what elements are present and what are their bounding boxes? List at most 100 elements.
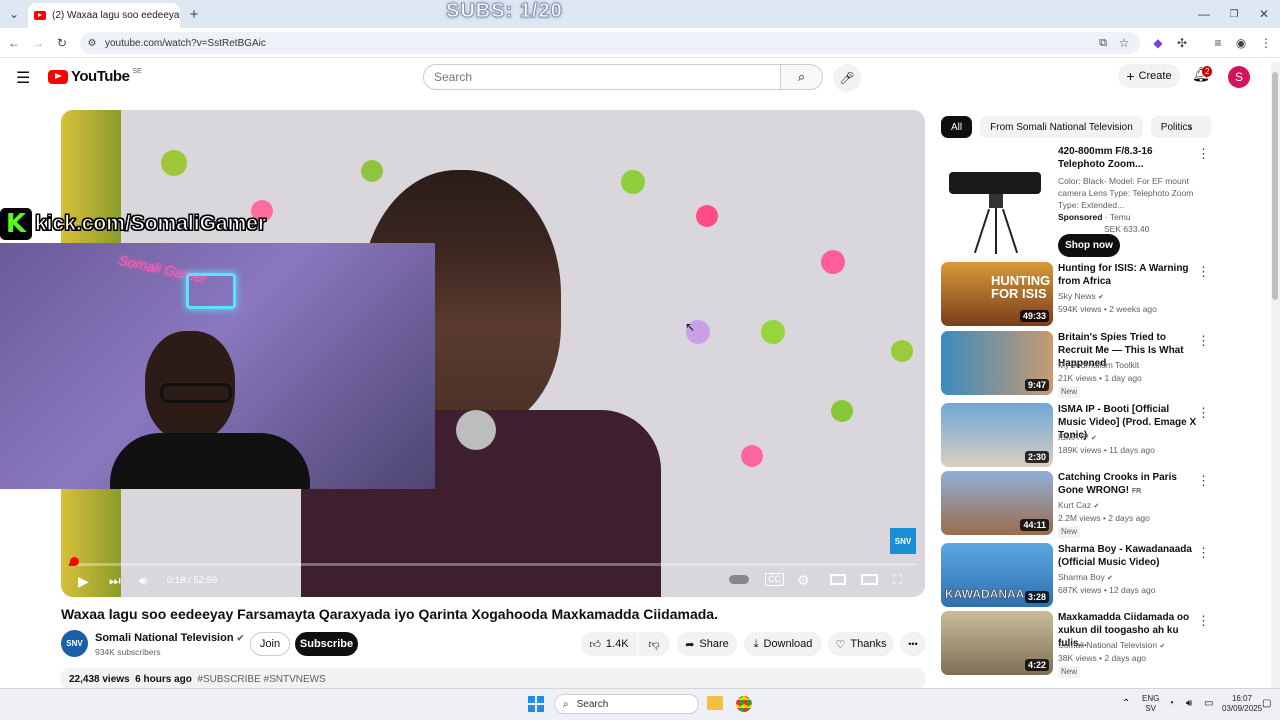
description-box[interactable]: 22,438 views 6 hours ago #SUBSCRIBE #SNT… <box>61 668 925 690</box>
thanks-label: Thanks <box>850 638 887 650</box>
verified-icon: ✔ <box>1098 294 1105 301</box>
rec-video-3[interactable]: 2:30 ISMA IP - Booti [Official Music Vid… <box>941 403 1253 467</box>
channel-avatar[interactable]: SNV <box>61 630 88 657</box>
address-bar[interactable]: youtube.com/watch?v=SstRetBGAic <box>80 32 1140 54</box>
forward-icon[interactable]: → <box>30 35 46 51</box>
rec-video-2[interactable]: 9:47 Britain's Spies Tried to Recruit Me… <box>941 331 1253 398</box>
media-control-icon[interactable]: ≡ <box>1210 35 1226 51</box>
channel-name[interactable]: Somali National Television ✔ <box>95 632 244 644</box>
extensions-icon[interactable]: ✣ <box>1174 35 1190 51</box>
file-explorer-icon[interactable] <box>707 696 723 710</box>
rec-thumbnail[interactable]: 9:47 <box>941 331 1053 395</box>
rec-thumbnail[interactable]: 4:22 <box>941 611 1053 675</box>
verified-icon: ✔ <box>1090 435 1097 442</box>
minimize-button[interactable]: — <box>1196 6 1212 22</box>
tab-title: (2) Waxaa lagu soo eedeeyay <box>52 10 180 21</box>
thanks-button[interactable]: ♡ Thanks <box>828 632 894 656</box>
rec-thumbnail[interactable]: 44:11 <box>941 471 1053 535</box>
chips-next-arrow-icon[interactable]: › <box>1188 120 1192 134</box>
notification-center-icon[interactable]: ▢ <box>1262 698 1271 709</box>
battery-icon[interactable]: ▭ <box>1204 698 1213 709</box>
profile-icon[interactable]: ◉ <box>1233 35 1249 51</box>
rec-more-icon[interactable]: ⋮ <box>1197 405 1210 421</box>
maximize-button[interactable]: ❐ <box>1226 6 1242 22</box>
create-button[interactable]: + Create <box>1118 64 1180 88</box>
more-actions-button[interactable]: ••• <box>900 632 926 656</box>
taskbar-search[interactable]: ⌕ Search <box>554 694 699 714</box>
share-button[interactable]: ➦ Share <box>677 632 737 656</box>
autoplay-toggle[interactable] <box>729 575 749 584</box>
rec-more-icon[interactable]: ⋮ <box>1197 473 1210 489</box>
volume-tray-icon[interactable]: 🔊︎ <box>1186 698 1192 709</box>
reload-icon[interactable]: ↻ <box>54 35 70 51</box>
sponsored-ad[interactable]: 420-800mm F/8.3-16 Telephoto Zoom... Col… <box>941 144 1253 260</box>
settings-gear-icon[interactable]: ⚙ <box>797 572 810 589</box>
site-info-icon[interactable]: ⚙ <box>84 35 100 51</box>
tray-chevron-icon[interactable]: ⌃ <box>1122 698 1130 709</box>
rec-video-5[interactable]: KAWADANAA 3:28 Sharma Boy - Kawadanaada … <box>941 543 1253 607</box>
verified-icon: ✔ <box>1107 575 1114 582</box>
tab-search-icon[interactable]: ⌄ <box>6 6 22 22</box>
channel-watermark[interactable]: SNV <box>890 528 916 554</box>
youtube-logo[interactable]: YouTube SE <box>48 68 142 85</box>
subscribe-button[interactable]: Subscribe <box>295 632 358 656</box>
search-icon: ⌕ <box>797 69 806 84</box>
hashtags[interactable]: #SUBSCRIBE #SNTVNEWS <box>197 674 325 685</box>
bookmark-star-icon[interactable]: ☆ <box>1116 35 1132 51</box>
voice-search-button[interactable]: 🎤︎ <box>833 64 861 92</box>
account-avatar[interactable]: S <box>1228 66 1250 88</box>
back-icon[interactable]: ← <box>6 35 22 51</box>
search-input[interactable]: Search <box>423 64 781 90</box>
shop-now-button[interactable]: Shop now <box>1058 234 1120 257</box>
thumbnail-text: HUNTING FOR ISIS <box>991 273 1051 301</box>
rec-thumbnail[interactable]: 2:30 <box>941 403 1053 467</box>
rec-more-icon[interactable]: ⋮ <box>1197 264 1210 280</box>
rec-more-icon[interactable]: ⋮ <box>1197 333 1210 349</box>
scrollbar-thumb[interactable] <box>1272 72 1278 300</box>
dislike-button[interactable]: 👎︎ <box>638 632 670 656</box>
clock[interactable]: 16:07 03/09/2025 <box>1222 694 1262 714</box>
rec-video-6[interactable]: 4:22 Maxkamadda Ciidamada oo xukun dil t… <box>941 611 1253 678</box>
rec-more-icon[interactable]: ⋮ <box>1197 545 1210 561</box>
rec-more-icon[interactable]: ⋮ <box>1197 613 1210 629</box>
rec-video-1[interactable]: HUNTING FOR ISIS 49:33 Hunting for ISIS:… <box>941 262 1253 326</box>
new-tab-button[interactable]: + <box>186 6 202 23</box>
close-window-button[interactable]: ✕ <box>1256 6 1272 22</box>
hamburger-menu-icon[interactable]: ☰ <box>16 68 30 88</box>
rec-thumbnail[interactable]: KAWADANAA 3:28 <box>941 543 1053 607</box>
chip-all[interactable]: All <box>941 116 973 138</box>
download-button[interactable]: ⤓ Download <box>744 632 822 656</box>
glasses-shape <box>160 383 232 403</box>
progress-bar[interactable] <box>69 563 917 566</box>
language-indicator[interactable]: ENG SV <box>1142 694 1159 714</box>
install-app-icon[interactable]: ⧉ <box>1095 35 1111 51</box>
ad-more-icon[interactable]: ⋮ <box>1197 146 1210 162</box>
wifi-icon[interactable]: ◔ <box>1168 698 1174 709</box>
volume-icon[interactable]: 🔊︎ <box>139 573 147 589</box>
next-icon[interactable]: ⏭︎ <box>109 573 121 589</box>
kick-logo-icon: K <box>0 208 32 240</box>
miniplayer-icon[interactable] <box>830 574 846 585</box>
theater-mode-icon[interactable] <box>861 574 878 585</box>
like-button[interactable]: 👍︎ 1.4K <box>581 632 637 656</box>
chip-from-channel[interactable]: From Somali National Television <box>980 116 1143 138</box>
ad-thumbnail[interactable] <box>941 144 1053 256</box>
windows-start-icon[interactable] <box>528 696 544 712</box>
extension-shield-icon[interactable]: ◆ <box>1150 35 1166 51</box>
search-button[interactable]: ⌕ <box>781 64 823 90</box>
join-button[interactable]: Join <box>250 632 290 656</box>
rec-video-4[interactable]: 44:11 Catching Crooks in Paris Gone WRON… <box>941 471 1253 538</box>
play-icon[interactable]: ▶ <box>78 573 89 590</box>
chip-politics[interactable]: Politics <box>1150 116 1211 138</box>
rec-meta: 594K views • 2 weeks ago <box>1058 304 1157 314</box>
browser-menu-icon[interactable]: ⋮ <box>1258 35 1274 51</box>
microphone-icon: 🎤︎ <box>839 71 855 85</box>
browser-tab[interactable]: (2) Waxaa lagu soo eedeeyay 🔊 ✕ <box>28 3 180 28</box>
chrome-icon[interactable] <box>736 696 752 712</box>
progress-handle[interactable] <box>69 557 79 566</box>
rec-thumbnail[interactable]: HUNTING FOR ISIS 49:33 <box>941 262 1053 326</box>
captions-icon[interactable]: CC <box>765 573 784 586</box>
rec-title: Hunting for ISIS: A Warning from Africa <box>1058 263 1189 287</box>
verified-icon: ✔ <box>1093 503 1100 510</box>
fullscreen-icon[interactable]: ⛶ <box>893 572 902 588</box>
